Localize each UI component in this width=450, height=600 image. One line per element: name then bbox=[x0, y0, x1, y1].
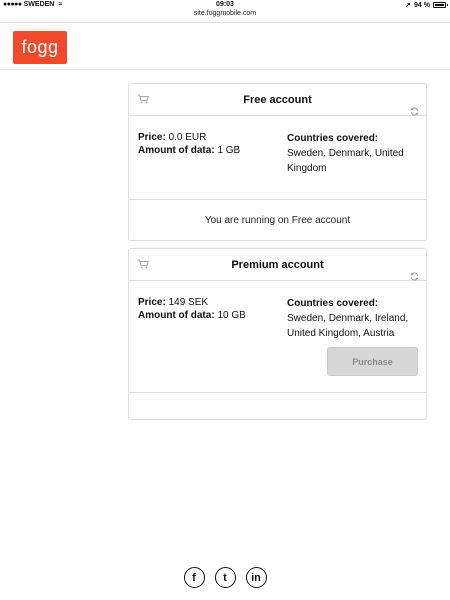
facebook-icon[interactable]: f bbox=[183, 567, 205, 588]
battery-percent: 94 % bbox=[414, 1, 430, 9]
status-bar: ●●●●● SWEDEN ≈ 09:03 ➚ 94 % bbox=[0, 0, 450, 10]
battery-icon bbox=[433, 2, 448, 8]
countries-label: Countries covered: bbox=[287, 133, 379, 144]
plan-details: Price: 149 SEK Amount of data: 10 GB Cou… bbox=[129, 281, 426, 392]
site-header: fogg bbox=[0, 23, 450, 70]
clock: 09:03 bbox=[216, 1, 234, 8]
plan-card-header: Premium account bbox=[129, 249, 426, 281]
purchase-button[interactable]: Purchase bbox=[327, 347, 418, 376]
data-label: Amount of data: bbox=[138, 145, 215, 156]
plan-card-header: Free account bbox=[129, 84, 426, 116]
price-label: Price: bbox=[138, 132, 166, 143]
plan-card-free: Free account Price: 0.0 EUR Amount of da… bbox=[128, 83, 427, 241]
data-value: 1 GB bbox=[217, 145, 241, 156]
current-plan-status: You are running on Free account bbox=[204, 215, 351, 226]
plan-card-premium: Premium account Price: 149 SEK Amount of… bbox=[128, 248, 427, 420]
plan-status-footer: You are running on Free account bbox=[129, 199, 426, 240]
countries-label: Countries covered: bbox=[287, 298, 379, 309]
fogg-logo[interactable]: fogg bbox=[13, 31, 67, 64]
plan-title: Free account bbox=[243, 94, 312, 106]
battery-group: ➚ 94 % bbox=[405, 1, 448, 9]
plan-countries: Countries covered: Sweden, Denmark, Unit… bbox=[287, 131, 422, 176]
plan-details: Price: 0.0 EUR Amount of data: 1 GB Coun… bbox=[129, 116, 426, 199]
plan-title: Premium account bbox=[231, 259, 324, 271]
twitter-icon[interactable]: t bbox=[214, 567, 236, 588]
location-icon: ➚ bbox=[405, 2, 412, 9]
price-label: Price: bbox=[138, 297, 166, 308]
price-value: 0.0 EUR bbox=[168, 132, 207, 143]
countries-value: Sweden, Denmark, United Kingdom bbox=[287, 148, 404, 174]
social-links: f t in bbox=[0, 567, 450, 588]
data-label: Amount of data: bbox=[138, 310, 215, 321]
plan-countries: Countries covered: Sweden, Denmark, Irel… bbox=[287, 296, 422, 341]
plan-price-and-data: Price: 149 SEK Amount of data: 10 GB bbox=[138, 296, 246, 322]
plan-price-and-data: Price: 0.0 EUR Amount of data: 1 GB bbox=[138, 131, 240, 157]
price-value: 149 SEK bbox=[168, 297, 209, 308]
plan-status-footer bbox=[129, 392, 426, 419]
countries-value: Sweden, Denmark, Ireland, United Kingdom… bbox=[287, 313, 409, 339]
data-value: 10 GB bbox=[217, 310, 246, 321]
linkedin-icon[interactable]: in bbox=[245, 567, 267, 588]
refresh-icon[interactable] bbox=[410, 107, 419, 116]
refresh-icon[interactable] bbox=[410, 272, 419, 281]
address-bar[interactable]: site.foggmobile.com bbox=[0, 10, 450, 22]
